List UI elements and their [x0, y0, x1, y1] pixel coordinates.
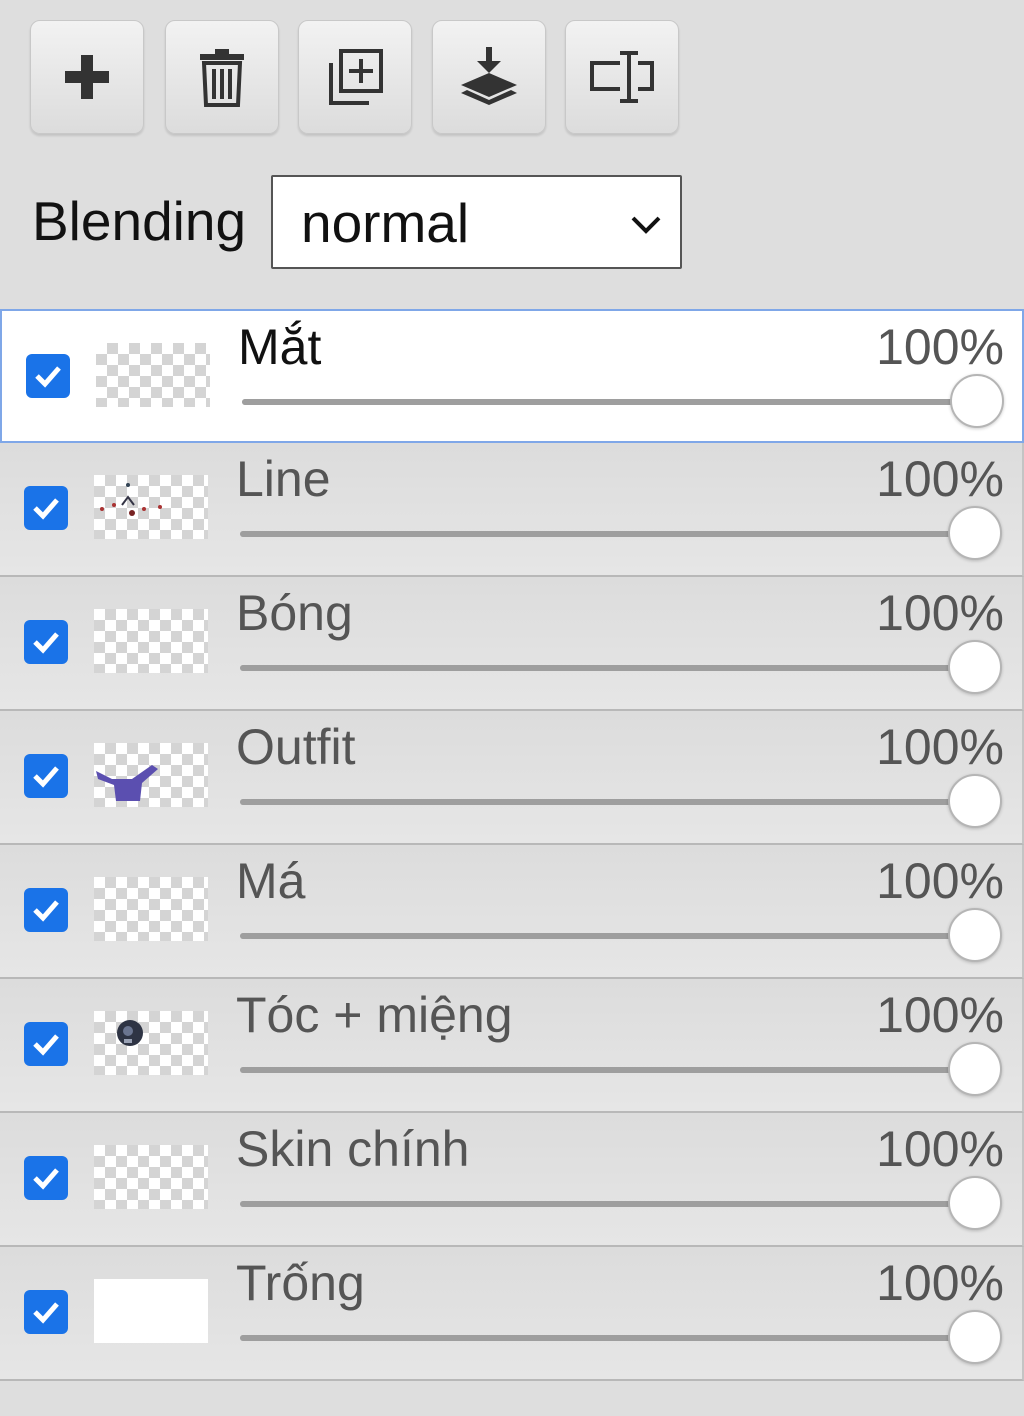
layer-row[interactable]: Bóng 100%: [0, 577, 1024, 711]
layer-name: Outfit: [236, 719, 356, 775]
layer-row[interactable]: Má 100%: [0, 845, 1024, 979]
blending-select[interactable]: normal: [271, 175, 682, 269]
layer-row[interactable]: Skin chính 100%: [0, 1113, 1024, 1247]
slider-fill: [240, 1067, 975, 1073]
rename-layer-button[interactable]: [565, 20, 679, 134]
slider-fill: [242, 399, 977, 405]
layer-visibility-checkbox[interactable]: [24, 754, 68, 798]
layer-opacity-slider[interactable]: [240, 1042, 1002, 1096]
layer-opacity-label: 100%: [876, 585, 1004, 641]
slider-handle[interactable]: [948, 774, 1002, 828]
slider-handle[interactable]: [950, 374, 1004, 428]
layer-opacity-label: 100%: [876, 319, 1004, 375]
trash-icon: [200, 49, 244, 107]
layer-name: Mắt: [238, 319, 322, 375]
slider-handle[interactable]: [948, 1042, 1002, 1096]
layer-thumbnail: [94, 877, 208, 941]
layer-visibility-checkbox[interactable]: [24, 1290, 68, 1334]
layer-list: Mắt 100% Line 100% Bóng 100% Outfit 100% Má 100% T…: [0, 309, 1024, 1381]
checkmark-icon: [33, 632, 59, 654]
slider-fill: [240, 1335, 975, 1341]
layer-opacity-label: 100%: [876, 1121, 1004, 1177]
slider-fill: [240, 531, 975, 537]
layer-opacity-slider[interactable]: [240, 908, 1002, 962]
layer-row[interactable]: Line 100%: [0, 443, 1024, 577]
layer-thumbnail: [94, 1279, 208, 1343]
blending-label: Blending: [32, 190, 247, 252]
layer-row[interactable]: Mắt 100%: [0, 309, 1024, 443]
delete-layer-button[interactable]: [165, 20, 279, 134]
slider-fill: [240, 1201, 975, 1207]
layer-visibility-checkbox[interactable]: [24, 1022, 68, 1066]
layer-opacity-label: 100%: [876, 853, 1004, 909]
layer-thumbnail: [96, 343, 210, 407]
layer-name: Tóc + miệng: [236, 987, 513, 1043]
duplicate-icon: [329, 49, 383, 105]
slider-handle[interactable]: [948, 908, 1002, 962]
layer-opacity-slider[interactable]: [240, 640, 1002, 694]
layer-thumbnail: [94, 1145, 208, 1209]
checkmark-icon: [35, 366, 61, 388]
slider-fill: [240, 933, 975, 939]
layer-thumbnail: [94, 609, 208, 673]
checkmark-icon: [33, 1168, 59, 1190]
duplicate-layer-button[interactable]: [298, 20, 412, 134]
layer-opacity-label: 100%: [876, 451, 1004, 507]
slider-fill: [240, 665, 975, 671]
layer-visibility-checkbox[interactable]: [24, 1156, 68, 1200]
layer-opacity-label: 100%: [876, 987, 1004, 1043]
slider-handle[interactable]: [948, 640, 1002, 694]
checkmark-icon: [33, 1302, 59, 1324]
checkmark-icon: [33, 766, 59, 788]
layer-opacity-slider[interactable]: [240, 506, 1002, 560]
layer-opacity-label: 100%: [876, 719, 1004, 775]
layer-opacity-slider[interactable]: [242, 374, 1004, 428]
blending-value: normal: [301, 192, 470, 254]
layer-row[interactable]: Trống 100%: [0, 1247, 1024, 1381]
layer-thumbnail: [94, 743, 208, 807]
layer-name: Trống: [236, 1255, 365, 1311]
layer-opacity-slider[interactable]: [240, 1176, 1002, 1230]
slider-fill: [240, 799, 975, 805]
layer-name: Má: [236, 853, 306, 909]
checkmark-icon: [33, 1034, 59, 1056]
checkmark-icon: [33, 498, 59, 520]
merge-down-button[interactable]: [432, 20, 546, 134]
slider-handle[interactable]: [948, 1310, 1002, 1364]
layer-visibility-checkbox[interactable]: [24, 486, 68, 530]
layer-name: Skin chính: [236, 1121, 470, 1177]
slider-handle[interactable]: [948, 1176, 1002, 1230]
layer-name: Bóng: [236, 585, 353, 641]
layer-row[interactable]: Tóc + miệng 100%: [0, 979, 1024, 1113]
layer-opacity-slider[interactable]: [240, 1310, 1002, 1364]
chevron-down-icon: [631, 216, 661, 234]
checkmark-icon: [33, 900, 59, 922]
layer-thumbnail: [94, 1011, 208, 1075]
layer-visibility-checkbox[interactable]: [24, 620, 68, 664]
layer-visibility-checkbox[interactable]: [24, 888, 68, 932]
layer-visibility-checkbox[interactable]: [26, 354, 70, 398]
layer-row[interactable]: Outfit 100%: [0, 711, 1024, 845]
text-cursor-icon: [590, 51, 654, 103]
slider-handle[interactable]: [948, 506, 1002, 560]
layer-name: Line: [236, 451, 331, 507]
layer-opacity-slider[interactable]: [240, 774, 1002, 828]
add-layer-button[interactable]: [30, 20, 144, 134]
layer-thumbnail: [94, 475, 208, 539]
merge-down-icon: [461, 47, 517, 105]
plus-icon: [65, 55, 109, 99]
layer-opacity-label: 100%: [876, 1255, 1004, 1311]
